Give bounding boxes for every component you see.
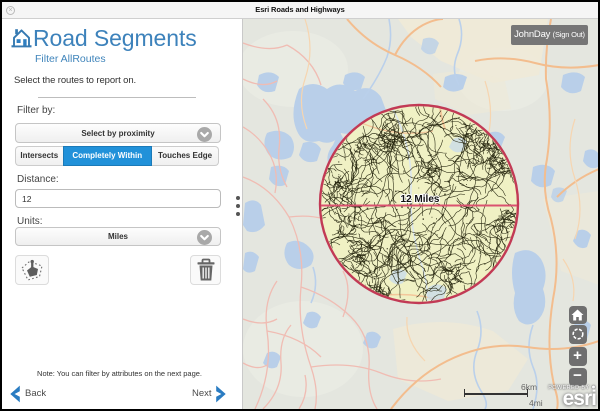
svg-text:12 Miles: 12 Miles [401,194,440,205]
